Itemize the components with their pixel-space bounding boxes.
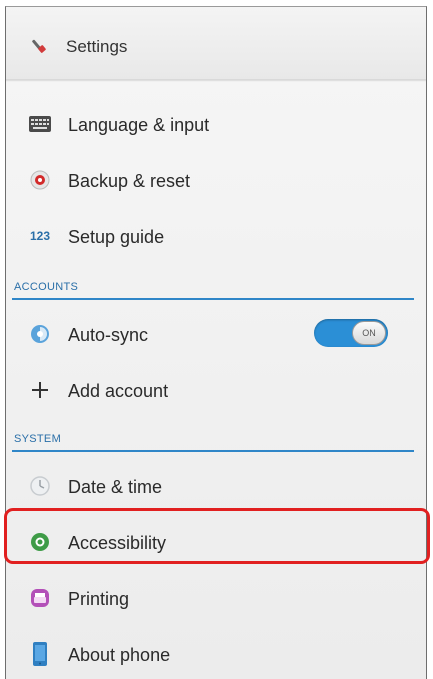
settings-item-label: Language & input [68, 115, 210, 135]
section-header-label: ACCOUNTS [14, 281, 79, 293]
section-header-accounts: ACCOUNTS [6, 275, 426, 300]
settings-item-label: Date & time [68, 477, 163, 497]
plus-icon [28, 378, 52, 402]
page-title: Settings [66, 37, 128, 56]
settings-item-label: About phone [68, 645, 171, 665]
settings-item-accessibility[interactable]: Accessibility [6, 515, 426, 571]
settings-item-date-time[interactable]: Date & time [6, 459, 426, 515]
settings-item-backup-reset[interactable]: Backup & reset [6, 153, 426, 209]
accessibility-icon [28, 530, 52, 554]
section-header-label: SYSTEM [14, 433, 62, 445]
settings-item-language-input[interactable]: Language & input [6, 97, 426, 153]
keyboard-icon [28, 112, 52, 136]
settings-item-label: Accessibility [68, 533, 167, 553]
section-header-system: SYSTEM [6, 427, 426, 452]
settings-item-add-account[interactable]: Add account [6, 363, 426, 419]
section-divider [12, 298, 414, 300]
title-bar: Settings [6, 7, 426, 82]
settings-item-printing[interactable]: Printing [6, 571, 426, 627]
toggle-knob: ON [352, 321, 386, 345]
title-divider [6, 79, 426, 82]
settings-item-label: Backup & reset [68, 171, 191, 191]
printer-icon [28, 586, 52, 610]
section-divider [12, 450, 414, 452]
setup-guide-123-icon: 123 [29, 229, 51, 243]
settings-screen: Settings Language & input Backup & reset… [5, 6, 427, 679]
settings-wrench-icon[interactable] [28, 35, 52, 59]
clock-icon [28, 474, 52, 498]
settings-item-setup-guide[interactable]: 123 Setup guide [6, 209, 426, 265]
settings-item-about-phone[interactable]: About phone [6, 627, 426, 679]
auto-sync-toggle[interactable]: ON [314, 319, 388, 347]
settings-item-label: Printing [68, 589, 130, 609]
settings-item-label: Auto-sync [68, 325, 149, 345]
settings-item-label: Add account [68, 381, 169, 401]
backup-icon [28, 168, 52, 192]
phone-icon [28, 642, 52, 666]
settings-item-label: Setup guide [68, 227, 165, 247]
sync-icon [28, 322, 52, 346]
settings-item-auto-sync[interactable]: Auto-sync ON [6, 307, 426, 363]
